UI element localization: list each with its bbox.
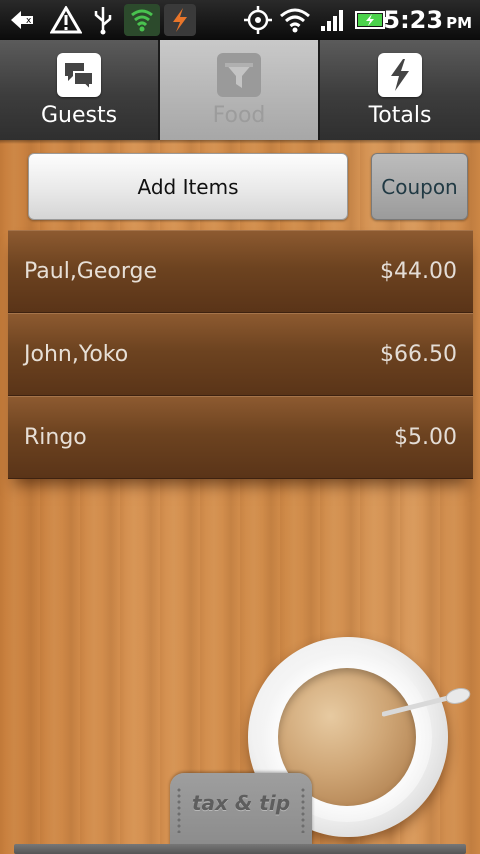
add-items-button[interactable]: Add Items xyxy=(28,153,348,220)
item-amount: $66.50 xyxy=(380,342,457,367)
funnel-icon xyxy=(217,53,261,97)
tab-guests-label: Guests xyxy=(40,103,118,128)
chat-bubbles-icon xyxy=(57,53,101,97)
list-item[interactable]: John,Yoko $66.50 xyxy=(8,313,473,396)
back-icon: x xyxy=(8,4,36,36)
tab-food-label: Food xyxy=(212,103,266,128)
item-amount: $5.00 xyxy=(394,425,457,450)
grip-icon xyxy=(176,787,182,833)
tax-tip-drawer-handle[interactable]: tax & tip xyxy=(170,773,312,854)
tab-totals-label: Totals xyxy=(368,103,432,128)
tab-totals[interactable]: Totals xyxy=(320,40,480,140)
tab-guests[interactable]: Guests xyxy=(0,40,160,140)
warning-icon xyxy=(50,4,82,36)
clock: 5:23 PM xyxy=(383,6,472,34)
food-item-list: Paul,George $44.00 John,Yoko $66.50 Ring… xyxy=(8,230,473,479)
item-guests: John,Yoko xyxy=(24,342,129,367)
app-flash-icon xyxy=(164,4,196,36)
item-guests: Ringo xyxy=(24,425,87,450)
drawer-bar xyxy=(14,844,466,854)
tax-tip-label: tax & tip xyxy=(191,791,291,815)
lookout-shield-icon xyxy=(124,4,160,36)
signal-icon xyxy=(318,4,348,36)
spoon-image xyxy=(382,688,471,717)
tab-food[interactable]: Food xyxy=(160,40,320,140)
item-guests: Paul,George xyxy=(24,259,158,284)
list-item[interactable]: Ringo $5.00 xyxy=(8,396,473,479)
grip-icon xyxy=(300,787,306,833)
usb-icon xyxy=(90,4,116,36)
status-bar: x 5:23 PM xyxy=(0,0,480,40)
tab-bar: Guests Food Totals xyxy=(0,40,480,140)
coupon-button[interactable]: Coupon xyxy=(371,153,468,220)
food-panel: Add Items Coupon Paul,George $44.00 John… xyxy=(0,140,480,854)
gps-icon xyxy=(242,4,274,36)
item-amount: $44.00 xyxy=(380,259,457,284)
svg-text:x: x xyxy=(26,16,32,26)
lightning-icon xyxy=(378,53,422,97)
list-item[interactable]: Paul,George $44.00 xyxy=(8,230,473,313)
wifi-icon xyxy=(278,4,312,36)
